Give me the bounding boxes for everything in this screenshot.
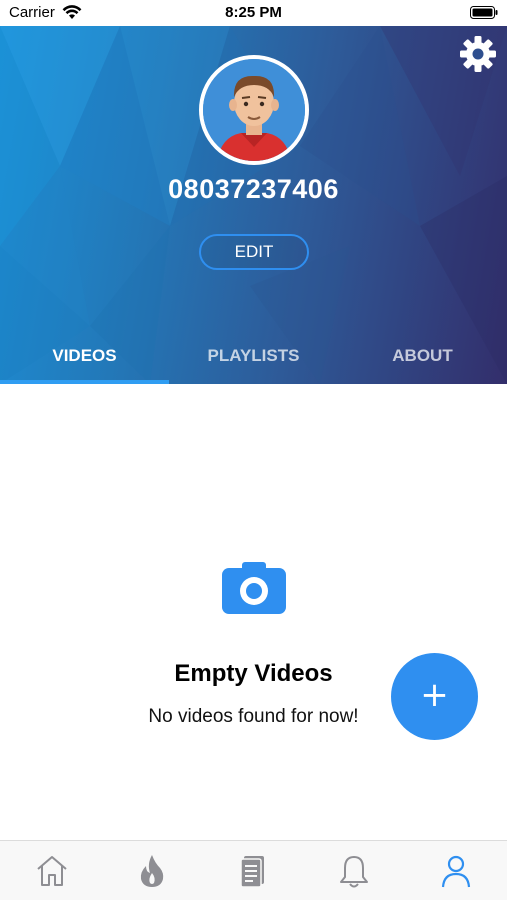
flame-icon: [140, 855, 164, 887]
nav-trending[interactable]: [132, 853, 172, 889]
tab-playlists[interactable]: PLAYLISTS: [169, 338, 338, 384]
nav-feed[interactable]: [233, 853, 273, 889]
add-video-button[interactable]: +: [391, 653, 478, 740]
status-time: 8:25 PM: [225, 4, 282, 21]
document-icon: [240, 856, 264, 888]
tab-videos[interactable]: VIDEOS: [0, 338, 169, 384]
edit-profile-button[interactable]: EDIT: [199, 234, 309, 270]
home-icon: [37, 856, 67, 886]
status-bar: Carrier 8:25 PM: [0, 0, 507, 26]
settings-gear-icon[interactable]: [458, 34, 498, 74]
avatar-illustration: [203, 59, 305, 161]
bell-icon: [340, 856, 368, 888]
bottom-tab-bar: [0, 840, 507, 900]
active-tab-indicator: [0, 380, 169, 384]
avatar[interactable]: [199, 55, 309, 165]
nav-notifications[interactable]: [334, 853, 374, 889]
nav-profile[interactable]: [436, 853, 476, 889]
plus-icon: +: [420, 675, 449, 715]
battery-icon: [470, 6, 498, 23]
profile-header: 08037237406 EDIT VIDEOS PLAYLISTS ABOUT: [0, 26, 507, 384]
nav-home[interactable]: [32, 853, 72, 889]
camera-icon: [222, 560, 286, 616]
profile-tabs: VIDEOS PLAYLISTS ABOUT: [0, 338, 507, 384]
tab-about[interactable]: ABOUT: [338, 338, 507, 384]
profile-phone-number: 08037237406: [168, 174, 339, 204]
user-icon: [441, 855, 471, 888]
